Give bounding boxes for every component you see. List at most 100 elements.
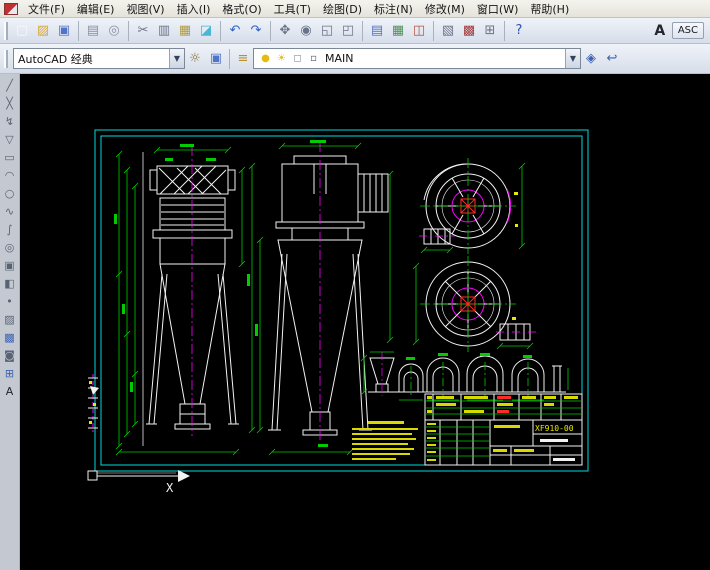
scale-bar	[88, 374, 99, 432]
text-style-icon[interactable]: A	[650, 21, 670, 41]
make-object-layer-current-icon[interactable]: ◈	[581, 49, 601, 69]
menu-help[interactable]: 帮助(H)	[524, 0, 575, 18]
point-icon[interactable]: •	[2, 293, 18, 309]
pan-icon[interactable]: ✥	[275, 21, 295, 41]
workspace-buttons: ☼ ▣	[185, 49, 226, 69]
multiline-text-icon[interactable]: A	[2, 383, 18, 399]
standard-toolbar: ▢ ▨ ▣ ▤ ◎ ✂ ▥ ▦ ◪ ↶ ↷ ✥ ◉ ◱ ◰ ▤ ▦ ◫ ▧ ▩ ⊞? A ASC	[0, 18, 710, 44]
paste-icon[interactable]: ▦	[175, 21, 195, 41]
redo-icon[interactable]: ↷	[246, 21, 266, 41]
layer-thaw-sun-icon[interactable]: ☀	[275, 53, 288, 64]
layer-buttons: ≡	[233, 49, 253, 69]
menu-bar: 文件(F) 编辑(E) 视图(V) 插入(I) 格式(O) 工具(T) 绘图(D) 标注(N)…	[0, 0, 710, 18]
toolbar-separator	[433, 20, 434, 41]
menu-view[interactable]: 视图(V)	[120, 0, 170, 18]
ucs-icon: X	[87, 470, 190, 495]
arc-icon[interactable]: ◠	[2, 167, 18, 183]
menu-draw[interactable]: 绘图(D)	[317, 0, 368, 18]
menu-dimension[interactable]: 标注(N)	[368, 0, 419, 18]
top-view-a-flange	[419, 228, 455, 254]
chevron-down-icon[interactable]: ▼	[565, 49, 580, 68]
rectangle-icon[interactable]: ▭	[2, 149, 18, 165]
workspace-save-icon[interactable]: ▣	[206, 49, 226, 69]
inlet-detail-views	[394, 353, 569, 401]
undo-icon[interactable]: ↶	[225, 21, 245, 41]
tool-palettes-icon[interactable]: ◫	[409, 21, 429, 41]
layer-lock-icon[interactable]: ◻	[291, 53, 304, 64]
copy-icon[interactable]: ▥	[154, 21, 174, 41]
plot-preview-icon[interactable]: ◎	[104, 21, 124, 41]
sheet-set-manager-icon[interactable]: ▧	[438, 21, 458, 41]
cyclone-top-view-b	[412, 256, 516, 352]
layer-extra-buttons: ◈ ↩	[581, 49, 622, 69]
menu-edit[interactable]: 编辑(E)	[71, 0, 121, 18]
menu-insert[interactable]: 插入(I)	[171, 0, 217, 18]
construction-line-icon[interactable]: ╳	[2, 95, 18, 111]
plot-icon[interactable]: ▤	[83, 21, 103, 41]
chevron-down-icon[interactable]: ▼	[169, 49, 184, 68]
markup-set-manager-icon[interactable]: ▩	[459, 21, 479, 41]
make-block-icon[interactable]: ◧	[2, 275, 18, 291]
layer-on-bulb-icon[interactable]: ●	[259, 53, 272, 64]
save-icon[interactable]: ▣	[54, 21, 74, 41]
menu-window[interactable]: 窗口(W)	[471, 0, 524, 18]
standard-toolbar-right: A ASC	[650, 21, 708, 41]
hatch-icon[interactable]: ▨	[2, 311, 18, 327]
cyclone-front-view	[268, 155, 389, 436]
toolbar-separator	[128, 20, 129, 41]
toolbar-grip[interactable]	[4, 21, 8, 40]
polygon-icon[interactable]: ▽	[2, 131, 18, 147]
help-icon[interactable]: ?	[509, 21, 529, 41]
workspace-settings-icon[interactable]: ☼	[185, 49, 205, 69]
gradient-icon[interactable]: ▩	[2, 329, 18, 345]
ellipse-icon[interactable]: ◎	[2, 239, 18, 255]
match-properties-icon[interactable]: ◪	[196, 21, 216, 41]
polyline-icon[interactable]: ↯	[2, 113, 18, 129]
revision-cloud-icon[interactable]: ∿	[2, 203, 18, 219]
drawing-number: XF910-00	[535, 424, 574, 433]
layer-properties-manager-icon[interactable]: ≡	[233, 49, 253, 69]
cyclone-side-view	[146, 165, 239, 430]
cut-icon[interactable]: ✂	[133, 21, 153, 41]
toolbar-separator	[270, 20, 271, 41]
toolbar-grip[interactable]	[4, 49, 8, 68]
quickcalc-icon[interactable]: ⊞	[480, 21, 500, 41]
main-area: ╱ ╳ ↯ ▽ ▭ ◠ ○ ∿ ∫ ◎ ▣ ◧ • ▨ ▩ ◙ ⊞ A XF91…	[0, 74, 710, 570]
zoom-previous-icon[interactable]: ◰	[338, 21, 358, 41]
autocad-window: 文件(F) 编辑(E) 视图(V) 插入(I) 格式(O) 工具(T) 绘图(D) 标注(N)…	[0, 0, 710, 570]
asc-button[interactable]: ASC	[671, 22, 704, 39]
zoom-realtime-icon[interactable]: ◉	[296, 21, 316, 41]
insert-block-icon[interactable]: ▣	[2, 257, 18, 273]
layer-combo[interactable]: ● ☀ ◻ ▫ MAIN ▼	[253, 48, 581, 69]
menu-file[interactable]: 文件(F)	[22, 0, 71, 18]
workspace-combo[interactable]: AutoCAD 经典 ▼	[13, 48, 185, 69]
layer-state-icons: ● ☀ ◻ ▫	[258, 53, 321, 64]
layer-color-icon[interactable]: ▫	[307, 53, 320, 64]
toolbar-separator	[78, 20, 79, 41]
outlet-detail-view	[360, 351, 396, 396]
layer-value: MAIN	[325, 52, 354, 65]
cyclone-top-view-a	[420, 158, 526, 254]
workspaces-layers-toolbar: AutoCAD 经典 ▼ ☼ ▣ ≡ ● ☀ ◻ ▫ MAIN ▼ ◈ ↩	[0, 44, 710, 74]
open-icon[interactable]: ▨	[33, 21, 53, 41]
layer-previous-icon[interactable]: ↩	[602, 49, 622, 69]
table-icon[interactable]: ⊞	[2, 365, 18, 381]
menu-items: 文件(F) 编辑(E) 视图(V) 插入(I) 格式(O) 工具(T) 绘图(D) 标注(N)…	[22, 0, 575, 18]
line-icon[interactable]: ╱	[2, 77, 18, 93]
zoom-window-icon[interactable]: ◱	[317, 21, 337, 41]
menu-format[interactable]: 格式(O)	[216, 0, 267, 18]
properties-icon[interactable]: ▤	[367, 21, 387, 41]
menu-modify[interactable]: 修改(M)	[419, 0, 471, 18]
toolbar-separator	[220, 20, 221, 41]
region-icon[interactable]: ◙	[2, 347, 18, 363]
design-center-icon[interactable]: ▦	[388, 21, 408, 41]
qnew-icon[interactable]: ▢	[12, 21, 32, 41]
menu-tools[interactable]: 工具(T)	[268, 0, 317, 18]
toolbar-separator	[229, 48, 230, 69]
drawing-canvas[interactable]: XF910-00 X	[20, 74, 710, 570]
workspace-value: AutoCAD 经典	[18, 52, 93, 66]
spline-icon[interactable]: ∫	[2, 221, 18, 237]
title-block: XF910-00	[424, 393, 583, 466]
circle-icon[interactable]: ○	[2, 185, 18, 201]
drawing-svg: XF910-00 X	[87, 129, 589, 495]
